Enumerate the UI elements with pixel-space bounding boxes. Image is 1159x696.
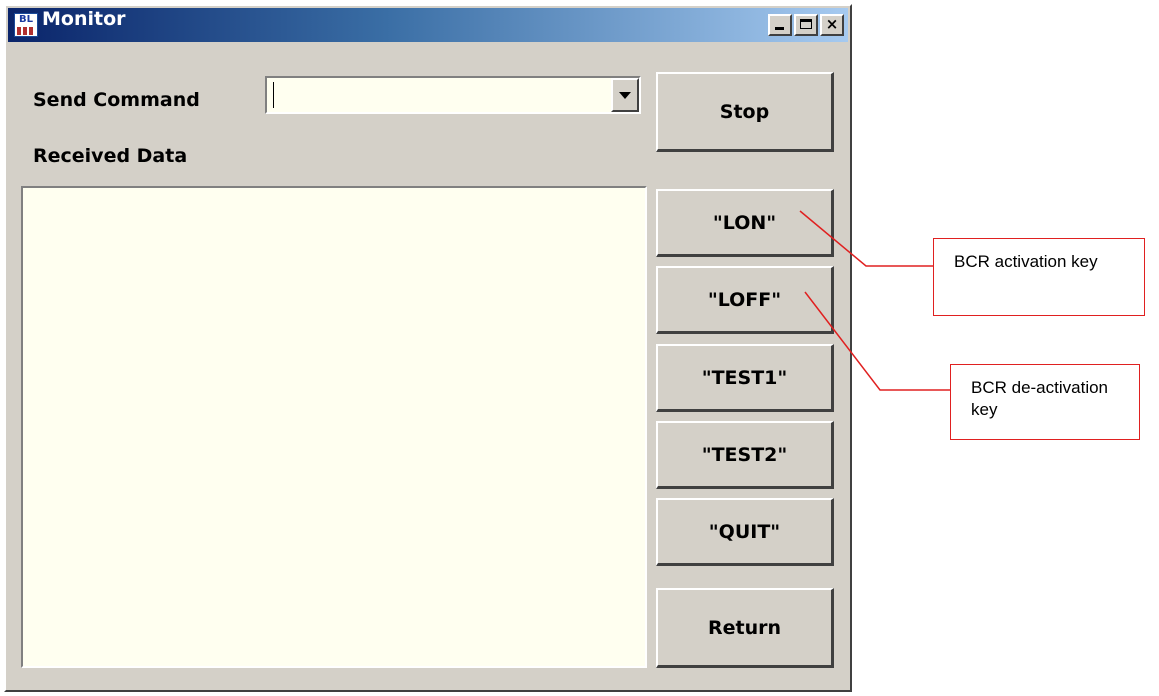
deactivation-callout-line [804,291,950,391]
callout-lines [799,210,950,391]
screenshot-stage: BL Monitor × Send Command Received Data … [0,0,1159,696]
deactivation-callout-text: BCR de-activation key [971,378,1109,419]
activation-callout-line [799,210,933,267]
activation-callout: BCR activation key [933,238,1145,316]
activation-callout-text: BCR activation key [954,252,1098,271]
deactivation-callout: BCR de-activation key [950,364,1140,440]
